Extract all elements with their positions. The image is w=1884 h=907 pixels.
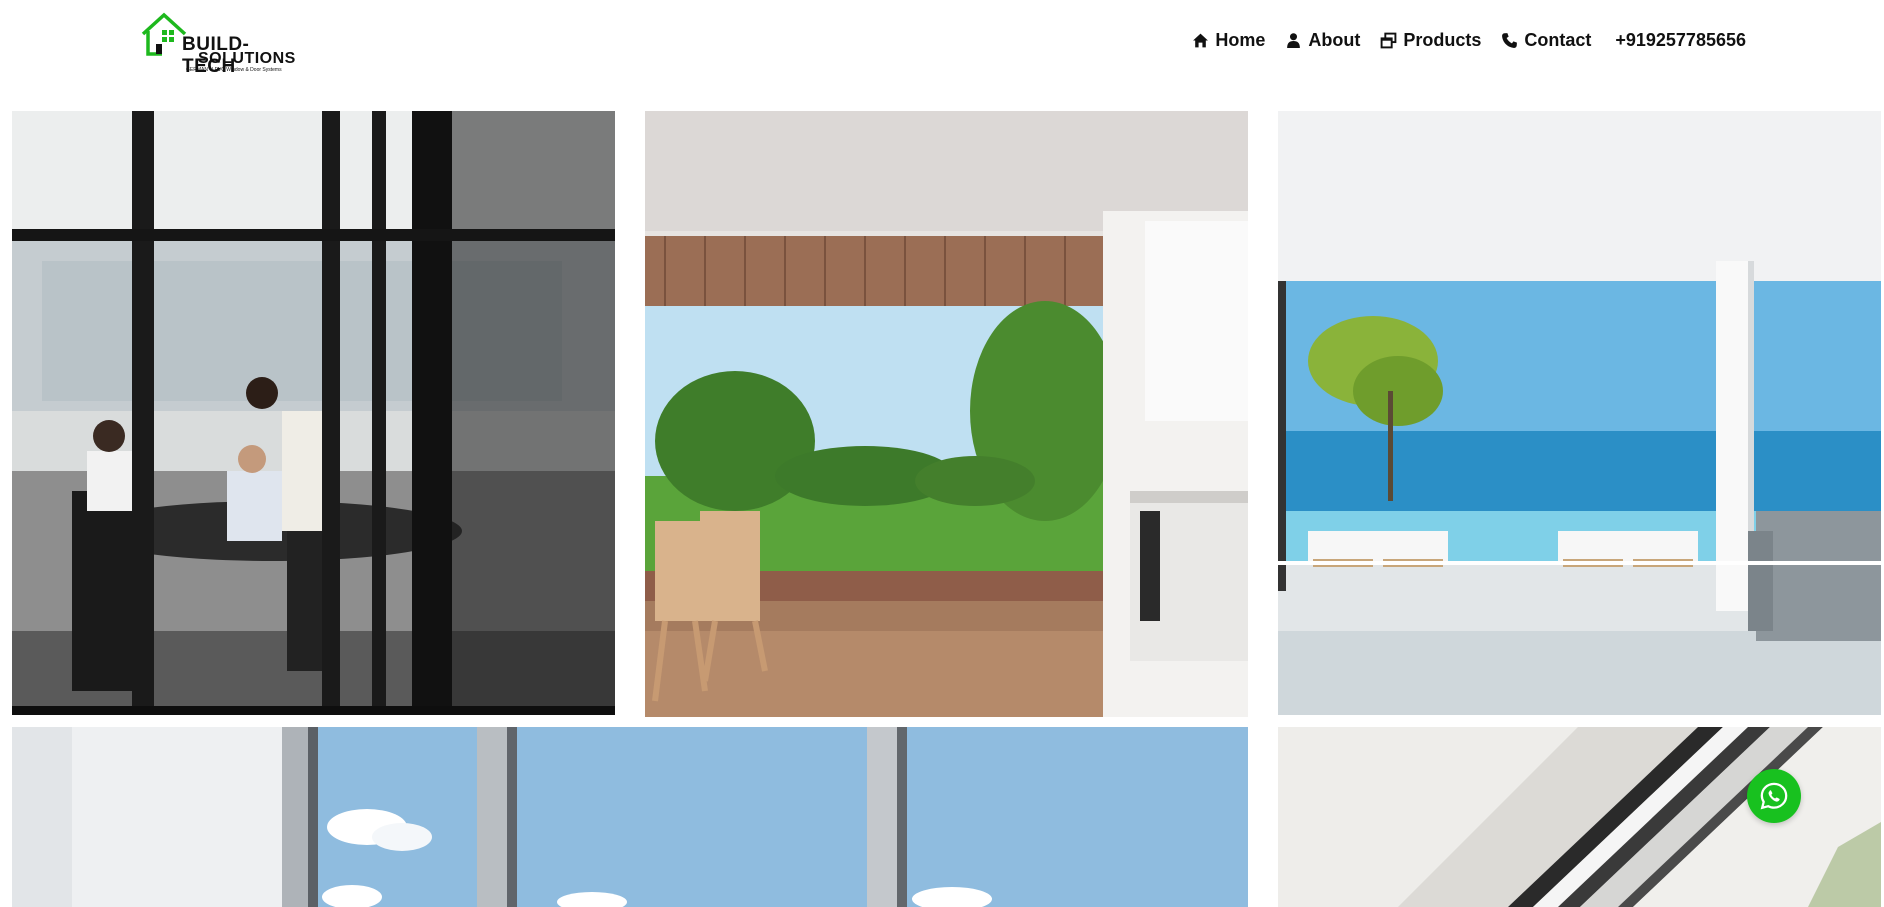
nav-contact[interactable]: Contact [1501,30,1591,51]
office-meeting-photo [12,111,615,715]
gallery-image-office-meeting[interactable] [12,111,615,715]
nav-home-label: Home [1215,30,1266,50]
home-icon [1193,33,1209,48]
user-icon [1287,33,1301,48]
gallery-image-kitchen-garden[interactable] [645,111,1248,717]
whatsapp-icon [1760,782,1788,810]
whatsapp-chat-button[interactable] [1747,769,1801,823]
nav-home[interactable]: Home [1192,30,1265,51]
kitchen-garden-photo [645,111,1248,717]
gallery-image-window-sky[interactable] [12,727,1248,907]
nav-about-label: About [1308,30,1361,50]
logo[interactable]: BUILD-TECH SOLUTIONS GERMAN U-PVC Window… [140,12,300,77]
nav-contact-label: Contact [1524,30,1592,50]
house-logo-icon [141,12,187,56]
brand-tagline: GERMAN U-PVC Window & Door Systems [186,67,282,73]
seaside-terrace-photo [1278,111,1881,715]
header-phone-link[interactable]: +919257785656 [1615,30,1746,51]
nav-products-label: Products [1403,30,1482,50]
site-header: BUILD-TECH SOLUTIONS GERMAN U-PVC Window… [0,0,1884,110]
window-restore-icon [1380,32,1397,49]
main-nav: Home About Products Contact +91925778565… [1192,30,1746,51]
nav-about[interactable]: About [1285,30,1360,51]
phone-icon [1502,33,1518,48]
brand-name-line2: SOLUTIONS [198,50,296,67]
gallery-image-seaside-terrace[interactable] [1278,111,1881,715]
nav-products[interactable]: Products [1380,30,1481,51]
window-sky-photo [12,727,1248,907]
